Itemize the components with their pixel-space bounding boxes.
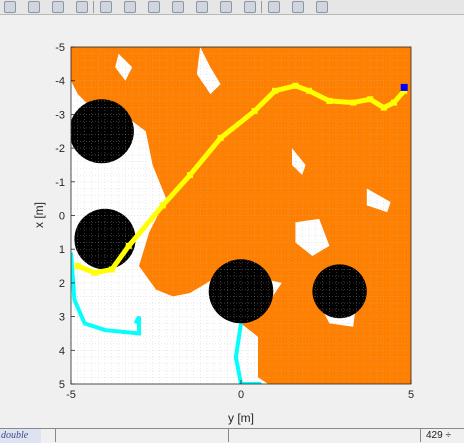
y-tick-label: -2 <box>55 143 65 155</box>
open-file-icon[interactable] <box>28 1 40 13</box>
y-tick-label: -1 <box>55 177 65 189</box>
obstacle-marker <box>71 99 134 164</box>
status-type-label: double <box>0 429 41 443</box>
path-point <box>159 202 166 209</box>
path-point <box>272 87 278 94</box>
pan-icon[interactable] <box>148 1 160 13</box>
zoom-out-icon[interactable] <box>124 1 136 13</box>
x-tick-label: 5 <box>408 389 414 401</box>
y-tick-label: -3 <box>55 109 65 121</box>
occupancy-map-chart: -5 0 5-5-4-3-2-1012345 y [m] x [m] <box>32 42 414 425</box>
status-divider <box>420 429 421 442</box>
path-point <box>367 96 374 103</box>
toolbar-separator <box>261 1 262 13</box>
colorbar-icon[interactable] <box>268 1 280 13</box>
obstacle-marker <box>208 259 274 324</box>
path-point <box>125 242 132 249</box>
path-point <box>326 97 333 104</box>
pointer-icon[interactable] <box>52 1 64 13</box>
y-tick-label: 5 <box>59 379 65 391</box>
y-tick-label: 0 <box>59 211 65 223</box>
status-bar: double 429 ÷ <box>0 428 464 443</box>
path-point <box>74 263 81 270</box>
figure-toolbar <box>0 0 464 15</box>
y-tick-label: 2 <box>59 278 65 290</box>
path-point <box>391 99 397 106</box>
x-tick-label: 0 <box>238 389 244 401</box>
path-point <box>217 134 224 141</box>
status-divider <box>228 429 229 442</box>
toolbar-separator <box>93 1 94 13</box>
grid-icon[interactable] <box>316 1 328 13</box>
brush-icon[interactable] <box>220 1 232 13</box>
y-tick-label: -4 <box>55 76 65 88</box>
link-icon[interactable] <box>244 1 256 13</box>
obstacle-marker <box>312 264 367 319</box>
path-point <box>251 108 258 115</box>
x-tick-label: -5 <box>66 389 76 401</box>
path-point <box>350 99 357 106</box>
y-tick-label: 1 <box>59 244 65 256</box>
edit-plot-icon[interactable] <box>76 1 88 13</box>
data-cursor-icon[interactable] <box>196 1 208 13</box>
path-point <box>306 87 312 94</box>
path-point <box>108 266 115 273</box>
path-point <box>292 82 299 89</box>
legend-icon[interactable] <box>292 1 304 13</box>
path-point <box>91 269 98 276</box>
status-divider <box>55 429 56 442</box>
path-point <box>187 172 193 179</box>
y-tick-label: 3 <box>59 312 65 324</box>
y-tick-label: -5 <box>55 42 65 54</box>
x-axis-label: y [m] <box>228 411 254 425</box>
y-axis-label: x [m] <box>32 202 46 228</box>
zoom-in-icon[interactable] <box>100 1 112 13</box>
rotate-icon[interactable] <box>172 1 184 13</box>
figure-area: -5 0 5 -5 -4 -3 -2 -1 0 1 2 3 4 5 y [m] x [m] <box>0 15 464 427</box>
goal-marker <box>400 83 408 91</box>
path-point <box>380 104 387 111</box>
y-tick-label: 4 <box>59 345 65 357</box>
status-count: 429 ÷ <box>426 430 451 441</box>
new-figure-icon[interactable] <box>4 1 16 13</box>
